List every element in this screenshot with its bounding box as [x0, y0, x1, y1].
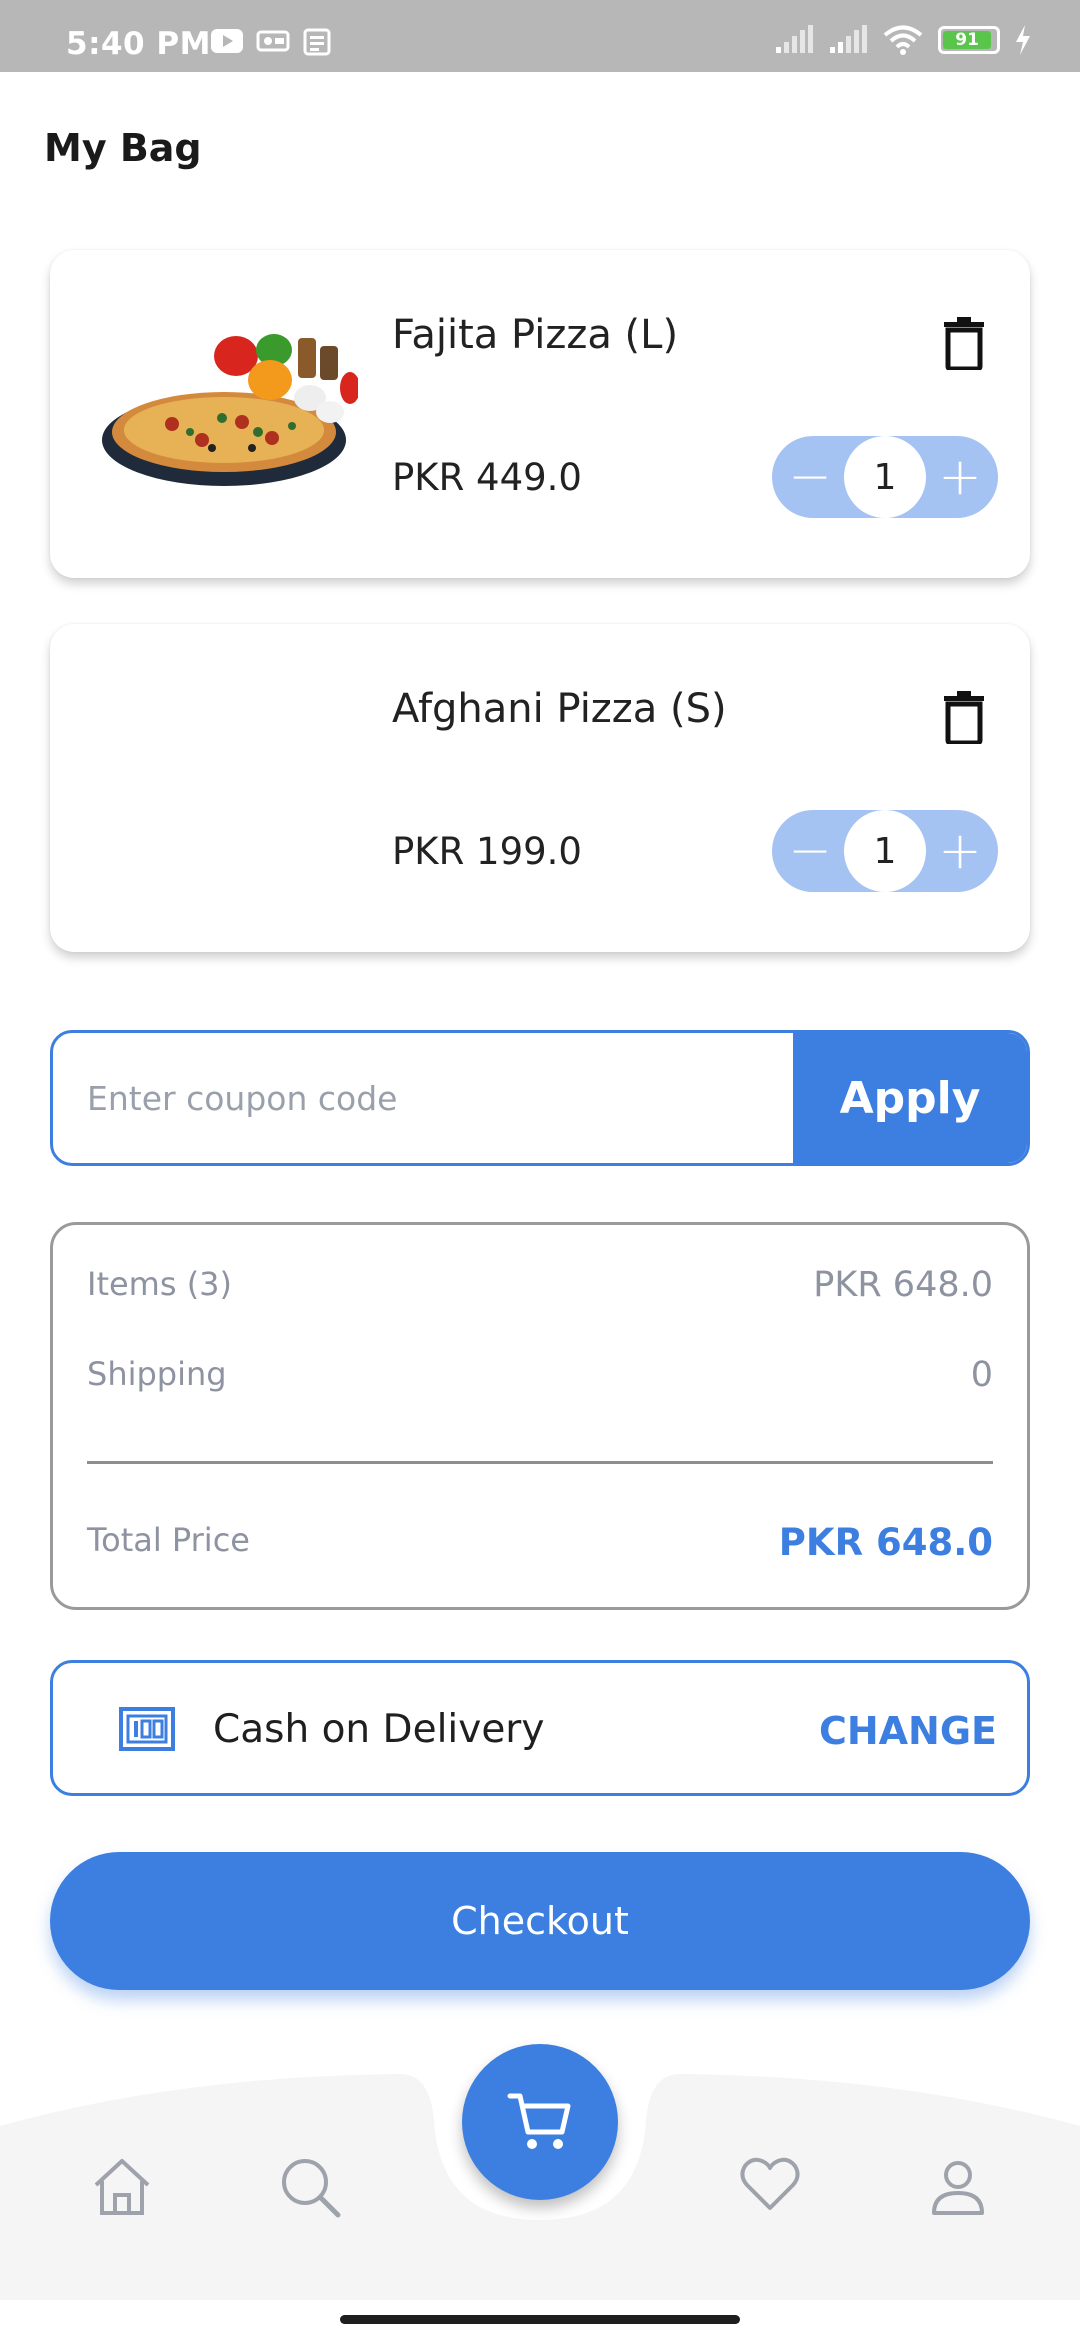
shipping-value: 0: [970, 1355, 993, 1395]
coupon-box: Apply: [50, 1030, 1030, 1166]
coupon-code-input[interactable]: [53, 1033, 797, 1163]
quantity-stepper: − 1 +: [772, 810, 998, 892]
news-icon: [303, 28, 331, 56]
page-title: My Bag: [44, 126, 202, 170]
status-notification-icons: [210, 28, 332, 56]
increase-quantity-button[interactable]: +: [922, 436, 998, 518]
profile-icon[interactable]: [926, 2155, 990, 2219]
youtube-icon: [211, 29, 243, 53]
battery-level: 91: [943, 31, 992, 49]
signal-icon: [830, 25, 867, 53]
shipping-label: Shipping: [87, 1355, 227, 1393]
item-price: PKR 449.0: [392, 456, 582, 499]
total-label: Total Price: [87, 1521, 250, 1559]
increase-quantity-button[interactable]: +: [922, 810, 998, 892]
pizza-image: [102, 334, 358, 486]
item-name: Afghani Pizza (S): [392, 686, 727, 732]
quantity-stepper: − 1 +: [772, 436, 998, 518]
item-name: Fajita Pizza (L): [392, 312, 679, 358]
summary-shipping-row: Shipping 0: [87, 1355, 993, 1395]
cart-item-card: Afghani Pizza (S) PKR 199.0 − 1 +: [50, 624, 1030, 952]
summary-divider: [87, 1461, 993, 1464]
cart-item-card: Fajita Pizza (L) PKR 449.0 − 1 +: [50, 250, 1030, 578]
decrease-quantity-button[interactable]: −: [772, 810, 848, 892]
search-icon[interactable]: [278, 2155, 342, 2219]
summary-items-row: Items (3) PKR 648.0: [87, 1265, 993, 1305]
heart-icon[interactable]: [738, 2152, 802, 2216]
cart-fab-button[interactable]: [462, 2044, 618, 2200]
home-icon[interactable]: [90, 2155, 154, 2219]
signal-icon: [776, 25, 813, 53]
items-label: Items (3): [87, 1265, 233, 1303]
status-time: 5:40 PM: [66, 26, 211, 62]
wifi-icon: [883, 25, 923, 55]
summary-total-row: Total Price PKR 648.0: [87, 1521, 993, 1564]
charging-icon: [1016, 25, 1030, 55]
cart-icon: [507, 2093, 571, 2149]
decrease-quantity-button[interactable]: −: [772, 436, 848, 518]
checkout-button[interactable]: Checkout: [50, 1852, 1030, 1990]
trash-icon[interactable]: [942, 316, 986, 370]
change-payment-button[interactable]: CHANGE: [819, 1709, 997, 1753]
home-indicator[interactable]: [340, 2315, 740, 2324]
items-value: PKR 648.0: [813, 1265, 993, 1305]
total-value: PKR 648.0: [778, 1521, 993, 1564]
status-bar: 5:40 PM 91: [0, 0, 1080, 72]
order-summary: Items (3) PKR 648.0 Shipping 0 Total Pri…: [50, 1222, 1030, 1610]
item-price: PKR 199.0: [392, 830, 582, 873]
battery-icon: 91: [938, 26, 1000, 54]
media-icon: [256, 30, 290, 52]
payment-method-box: Cash on Delivery CHANGE: [50, 1660, 1030, 1796]
quantity-value: 1: [844, 810, 926, 892]
trash-icon[interactable]: [942, 690, 986, 744]
payment-method-label: Cash on Delivery: [213, 1707, 545, 1752]
apply-coupon-button[interactable]: Apply: [793, 1033, 1027, 1163]
status-system-icons: 91: [774, 24, 1032, 56]
quantity-value: 1: [844, 436, 926, 518]
cash-icon: [119, 1707, 175, 1751]
